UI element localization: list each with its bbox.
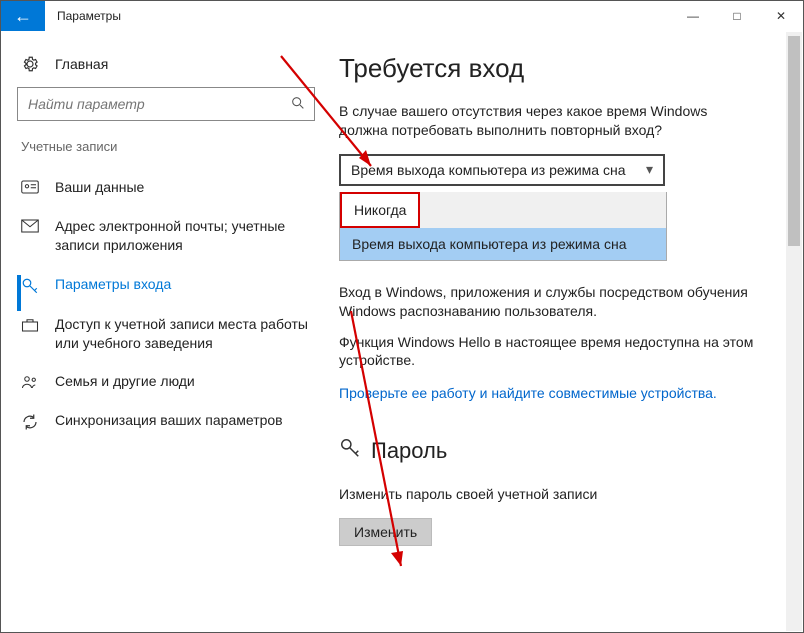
sidebar-item-work-access[interactable]: Доступ к учетной записи места работы или… bbox=[17, 305, 315, 363]
hello-desc-2: Функция Windows Hello в настоящее время … bbox=[339, 333, 755, 371]
maximize-button[interactable]: □ bbox=[715, 1, 759, 31]
search-input[interactable] bbox=[26, 95, 290, 113]
maximize-icon: □ bbox=[733, 9, 740, 23]
sidebar-item-email[interactable]: Адрес электронной почты; учетные записи … bbox=[17, 207, 315, 265]
change-password-button[interactable]: Изменить bbox=[339, 518, 432, 546]
dropdown-option-never[interactable]: Никогда bbox=[342, 194, 418, 226]
window-title: Параметры bbox=[45, 1, 133, 31]
search-box[interactable] bbox=[17, 87, 315, 121]
settings-window: ← Параметры — □ ✕ Главная Учетные записи bbox=[0, 0, 804, 633]
minimize-button[interactable]: — bbox=[671, 1, 715, 31]
signin-timeout-dropdown: Никогда Время выхода компьютера из режим… bbox=[339, 192, 667, 261]
sync-icon bbox=[21, 411, 39, 431]
home-nav[interactable]: Главная bbox=[17, 51, 315, 87]
window-body: Главная Учетные записи Ваши данные bbox=[1, 31, 803, 632]
minimize-icon: — bbox=[687, 9, 699, 23]
id-card-icon bbox=[21, 178, 39, 194]
key-icon bbox=[21, 275, 39, 295]
option-label: Время выхода компьютера из режима сна bbox=[352, 236, 626, 252]
close-icon: ✕ bbox=[776, 9, 786, 23]
chevron-down-icon: ▾ bbox=[646, 161, 653, 178]
hello-compat-link[interactable]: Проверьте ее работу и найдите совместимы… bbox=[339, 385, 717, 401]
sidebar-item-your-info[interactable]: Ваши данные bbox=[17, 168, 315, 207]
sidebar-item-label: Ваши данные bbox=[55, 178, 144, 197]
password-desc: Изменить пароль своей учетной записи bbox=[339, 485, 755, 504]
nav-list: Ваши данные Адрес электронной почты; уче… bbox=[17, 168, 315, 441]
dropdown-option-sleep[interactable]: Время выхода компьютера из режима сна bbox=[340, 228, 666, 260]
sidebar-item-signin-options[interactable]: Параметры входа bbox=[17, 265, 315, 305]
sidebar-item-label: Семья и другие люди bbox=[55, 372, 195, 391]
signin-timeout-combo[interactable]: Время выхода компьютера из режима сна ▾ bbox=[339, 154, 665, 186]
briefcase-icon bbox=[21, 315, 39, 333]
mail-icon bbox=[21, 217, 39, 233]
titlebar: ← Параметры — □ ✕ bbox=[1, 1, 803, 31]
arrow-left-icon: ← bbox=[14, 6, 32, 27]
people-icon bbox=[21, 372, 39, 390]
home-label: Главная bbox=[55, 56, 108, 72]
sidebar-item-label: Параметры входа bbox=[55, 275, 171, 294]
sidebar-item-label: Доступ к учетной записи места работы или… bbox=[55, 315, 311, 353]
scrollbar-thumb[interactable] bbox=[788, 36, 800, 246]
gear-icon bbox=[21, 55, 39, 73]
section-label: Учетные записи bbox=[21, 139, 315, 154]
password-heading: Пароль bbox=[371, 438, 447, 464]
sidebar-item-label: Синхронизация ваших параметров bbox=[55, 411, 283, 430]
button-label: Изменить bbox=[354, 524, 417, 540]
sidebar-item-sync[interactable]: Синхронизация ваших параметров bbox=[17, 401, 315, 441]
signin-question: В случае вашего отсутствия через какое в… bbox=[339, 102, 755, 140]
hello-desc-1: Вход в Windows, приложения и службы поср… bbox=[339, 283, 755, 321]
sidebar: Главная Учетные записи Ваши данные bbox=[1, 31, 331, 632]
content-inner: Требуется вход В случае вашего отсутстви… bbox=[331, 53, 783, 546]
sidebar-item-family[interactable]: Семья и другие люди bbox=[17, 362, 315, 401]
option-label: Никогда bbox=[354, 202, 406, 218]
content-area: Требуется вход В случае вашего отсутстви… bbox=[331, 31, 803, 632]
page-title: Требуется вход bbox=[339, 53, 755, 84]
annotation-highlight: Никогда bbox=[340, 192, 420, 228]
key-icon bbox=[339, 437, 361, 465]
search-icon bbox=[290, 95, 306, 114]
combo-value: Время выхода компьютера из режима сна bbox=[351, 162, 625, 178]
scrollbar[interactable] bbox=[786, 32, 802, 631]
password-heading-row: Пароль bbox=[339, 437, 755, 465]
back-button[interactable]: ← bbox=[1, 1, 45, 31]
close-button[interactable]: ✕ bbox=[759, 1, 803, 31]
sidebar-item-label: Адрес электронной почты; учетные записи … bbox=[55, 217, 311, 255]
